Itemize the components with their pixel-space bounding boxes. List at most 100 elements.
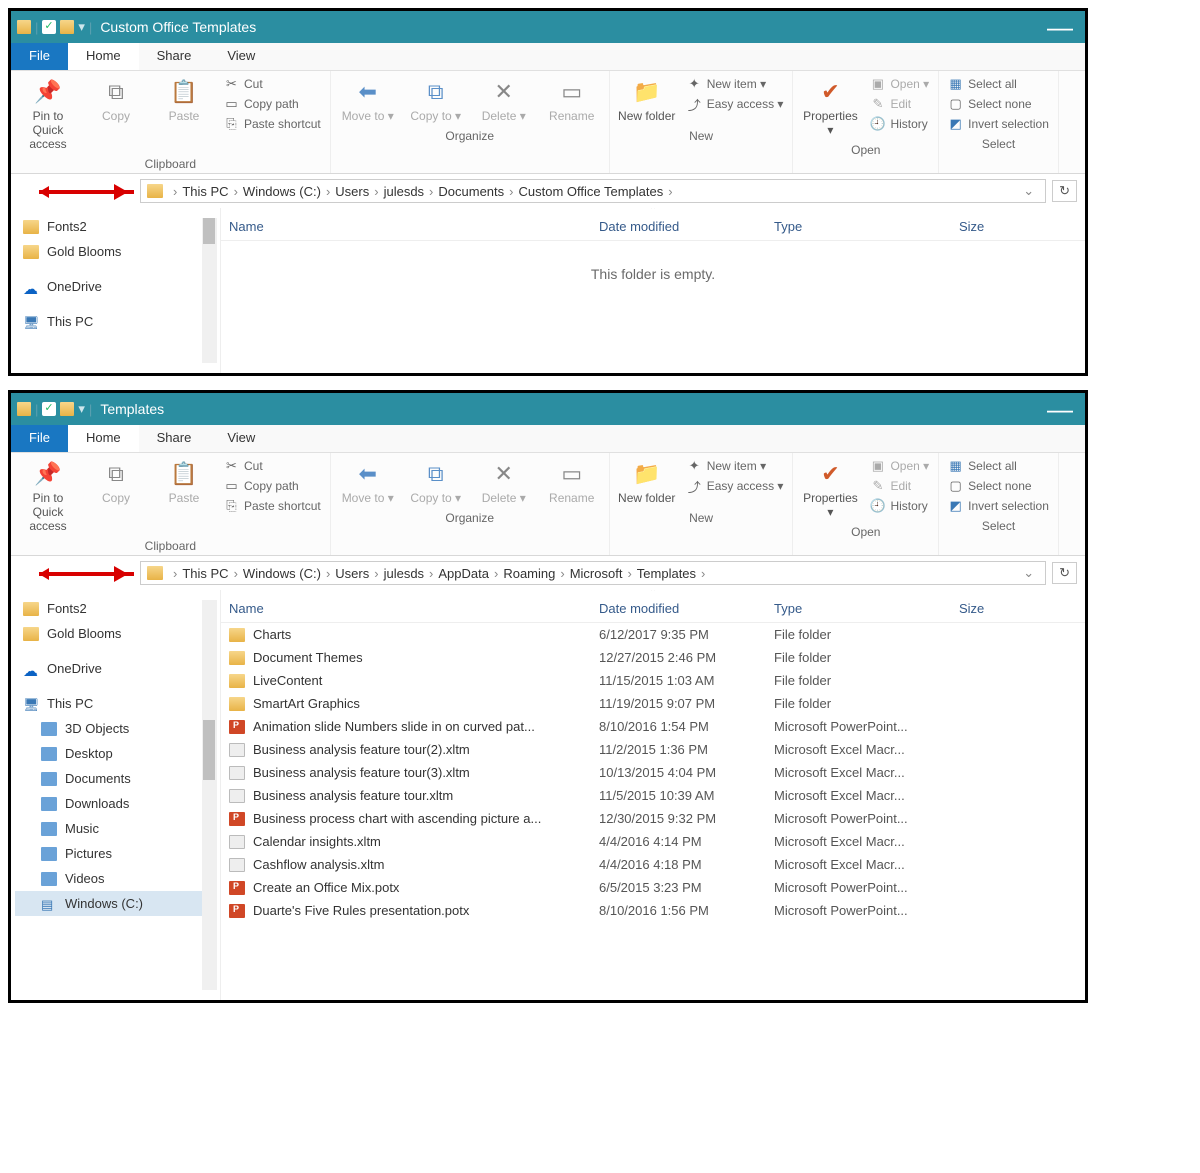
- copy-button[interactable]: ⧉Copy: [85, 75, 147, 125]
- list-item[interactable]: Business analysis feature tour(3).xltm 1…: [221, 761, 1085, 784]
- edit-button[interactable]: ✎Edit: [867, 477, 932, 495]
- nav-item[interactable]: Gold Blooms: [15, 239, 216, 264]
- list-item[interactable]: Business analysis feature tour(2).xltm 1…: [221, 738, 1085, 761]
- rename-button[interactable]: ▭Rename: [541, 75, 603, 125]
- breadcrumb-item[interactable]: Documents: [438, 184, 504, 199]
- list-item[interactable]: SmartArt Graphics 11/19/2015 9:07 PM Fil…: [221, 692, 1085, 715]
- breadcrumb-item[interactable]: This PC: [182, 184, 228, 199]
- list-item[interactable]: Create an Office Mix.potx 6/5/2015 3:23 …: [221, 876, 1085, 899]
- tab-share[interactable]: Share: [139, 425, 210, 452]
- breadcrumb-item[interactable]: Windows (C:): [243, 566, 321, 581]
- new-folder-button[interactable]: 📁New folder: [616, 457, 678, 507]
- nav-item[interactable]: Windows (C:): [15, 891, 216, 916]
- breadcrumb-item[interactable]: AppData: [438, 566, 489, 581]
- list-item[interactable]: Charts 6/12/2017 9:35 PM File folder: [221, 623, 1085, 646]
- pin-to-quick-access-button[interactable]: 📌Pin to Quick access: [17, 457, 79, 535]
- history-button[interactable]: 🕘History: [867, 115, 932, 133]
- scrollbar[interactable]: [202, 218, 217, 363]
- select-none-button[interactable]: ▢Select none: [945, 95, 1052, 113]
- select-all-button[interactable]: ▦Select all: [945, 457, 1052, 475]
- tab-view[interactable]: View: [209, 425, 273, 452]
- list-item[interactable]: Duarte's Five Rules presentation.potx 8/…: [221, 899, 1085, 922]
- edit-button[interactable]: ✎Edit: [867, 95, 932, 113]
- breadcrumb-item[interactable]: Users: [335, 566, 369, 581]
- select-none-button[interactable]: ▢Select none: [945, 477, 1052, 495]
- tab-file[interactable]: File: [11, 425, 68, 452]
- nav-item[interactable]: Pictures: [15, 841, 216, 866]
- list-item[interactable]: Animation slide Numbers slide in on curv…: [221, 715, 1085, 738]
- breadcrumb-item[interactable]: Roaming: [503, 566, 555, 581]
- breadcrumb[interactable]: ›This PC›Windows (C:)›Users›julesds›AppD…: [140, 561, 1046, 585]
- list-item[interactable]: Cashflow analysis.xltm 4/4/2016 4:18 PM …: [221, 853, 1085, 876]
- breadcrumb-item[interactable]: Custom Office Templates: [518, 184, 663, 199]
- nav-item[interactable]: OneDrive: [15, 274, 216, 299]
- nav-item[interactable]: Music: [15, 816, 216, 841]
- list-item[interactable]: Business process chart with ascending pi…: [221, 807, 1085, 830]
- nav-item[interactable]: 3D Objects: [15, 716, 216, 741]
- breadcrumb-item[interactable]: julesds: [384, 566, 424, 581]
- open-button[interactable]: ▣Open ▾: [867, 75, 932, 93]
- delete-button[interactable]: ✕Delete ▾: [473, 457, 535, 507]
- rename-button[interactable]: ▭Rename: [541, 457, 603, 507]
- titlebar[interactable]: | ▾ | Templates —: [11, 393, 1085, 425]
- copy-to-button[interactable]: ⧉Copy to ▾: [405, 75, 467, 125]
- col-size[interactable]: Size: [959, 219, 1009, 234]
- col-date[interactable]: Date modified: [599, 601, 774, 616]
- copy-button[interactable]: ⧉Copy: [85, 457, 147, 507]
- new-folder-button[interactable]: 📁New folder: [616, 75, 678, 125]
- nav-item[interactable]: This PC: [15, 691, 216, 716]
- list-item[interactable]: Document Themes 12/27/2015 2:46 PM File …: [221, 646, 1085, 669]
- easy-access-button[interactable]: ⤴Easy access ▾: [684, 95, 787, 113]
- history-button[interactable]: 🕘History: [867, 497, 932, 515]
- paste-shortcut-button[interactable]: ⎘Paste shortcut: [221, 115, 324, 133]
- nav-item[interactable]: Downloads: [15, 791, 216, 816]
- col-size[interactable]: Size: [959, 601, 1009, 616]
- breadcrumb-item[interactable]: Templates: [637, 566, 696, 581]
- copy-path-button[interactable]: ▭Copy path: [221, 95, 324, 113]
- invert-selection-button[interactable]: ◩Invert selection: [945, 497, 1052, 515]
- col-name[interactable]: Name: [229, 601, 599, 616]
- copy-to-button[interactable]: ⧉Copy to ▾: [405, 457, 467, 507]
- paste-button[interactable]: 📋Paste: [153, 75, 215, 125]
- nav-item[interactable]: Videos: [15, 866, 216, 891]
- col-type[interactable]: Type: [774, 601, 959, 616]
- paste-shortcut-button[interactable]: ⎘Paste shortcut: [221, 497, 324, 515]
- breadcrumb-item[interactable]: Microsoft: [570, 566, 623, 581]
- cut-button[interactable]: ✂Cut: [221, 457, 324, 475]
- breadcrumb-item[interactable]: Users: [335, 184, 369, 199]
- delete-button[interactable]: ✕Delete ▾: [473, 75, 535, 125]
- col-type[interactable]: Type: [774, 219, 959, 234]
- copy-path-button[interactable]: ▭Copy path: [221, 477, 324, 495]
- move-to-button[interactable]: ⬅Move to ▾: [337, 457, 399, 507]
- col-name[interactable]: Name: [229, 219, 599, 234]
- properties-button[interactable]: ✔Properties ▾: [799, 457, 861, 521]
- chevron-down-icon[interactable]: ⌄: [1018, 183, 1039, 199]
- titlebar[interactable]: | ▾ | Custom Office Templates —: [11, 11, 1085, 43]
- breadcrumb-item[interactable]: Windows (C:): [243, 184, 321, 199]
- nav-item[interactable]: OneDrive: [15, 656, 216, 681]
- list-item[interactable]: LiveContent 11/15/2015 1:03 AM File fold…: [221, 669, 1085, 692]
- easy-access-button[interactable]: ⤴Easy access ▾: [684, 477, 787, 495]
- list-item[interactable]: Calendar insights.xltm 4/4/2016 4:14 PM …: [221, 830, 1085, 853]
- properties-button[interactable]: ✔Properties ▾: [799, 75, 861, 139]
- new-item-button[interactable]: ✦New item ▾: [684, 75, 787, 93]
- tab-file[interactable]: File: [11, 43, 68, 70]
- nav-item[interactable]: Gold Blooms: [15, 621, 216, 646]
- col-date[interactable]: Date modified: [599, 219, 774, 234]
- nav-item[interactable]: Fonts2: [15, 214, 216, 239]
- tab-view[interactable]: View: [209, 43, 273, 70]
- new-item-button[interactable]: ✦New item ▾: [684, 457, 787, 475]
- pin-to-quick-access-button[interactable]: 📌Pin to Quick access: [17, 75, 79, 153]
- nav-item[interactable]: This PC: [15, 309, 216, 334]
- breadcrumb-item[interactable]: julesds: [384, 184, 424, 199]
- tab-share[interactable]: Share: [139, 43, 210, 70]
- tab-home[interactable]: Home: [68, 43, 139, 70]
- paste-button[interactable]: 📋Paste: [153, 457, 215, 507]
- nav-item[interactable]: Documents: [15, 766, 216, 791]
- invert-selection-button[interactable]: ◩Invert selection: [945, 115, 1052, 133]
- breadcrumb-item[interactable]: This PC: [182, 566, 228, 581]
- chevron-down-icon[interactable]: ⌄: [1018, 565, 1039, 581]
- select-all-button[interactable]: ▦Select all: [945, 75, 1052, 93]
- open-button[interactable]: ▣Open ▾: [867, 457, 932, 475]
- refresh-button[interactable]: ↻: [1052, 180, 1077, 202]
